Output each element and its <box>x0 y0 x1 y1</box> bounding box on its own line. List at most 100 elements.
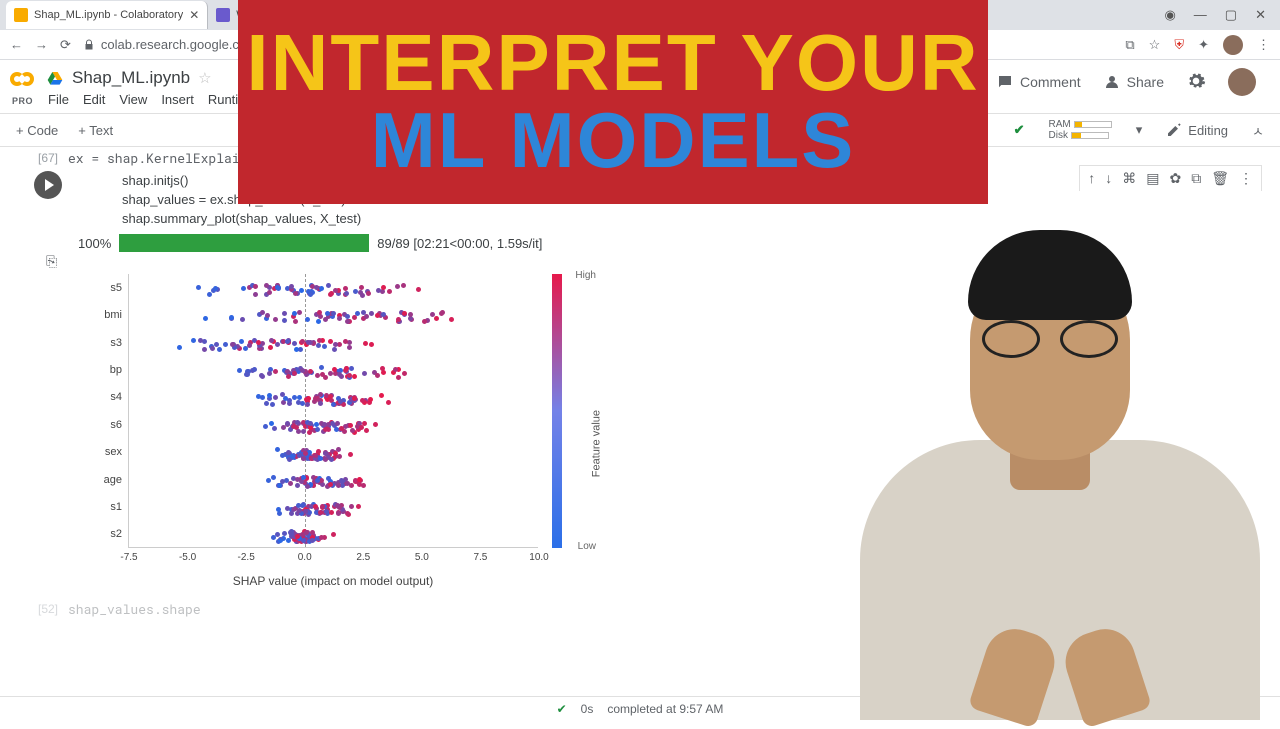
tab-title: Shap_ML.ipynb - Colaboratory <box>34 9 183 21</box>
beeswarm-row <box>128 336 538 350</box>
x-tick: -2.5 <box>238 552 255 563</box>
beeswarm-row <box>128 445 538 459</box>
drive-icon <box>46 70 64 86</box>
run-cell-button[interactable] <box>34 171 62 199</box>
feature-label: age <box>88 474 122 486</box>
title-line-1: INTERPRET YOUR <box>246 25 979 101</box>
share-button[interactable]: Share <box>1103 73 1164 91</box>
x-tick: 7.5 <box>473 552 487 563</box>
status-check-icon: ✔ <box>557 702 567 716</box>
cell-output: 100% 89/89 [02:21<00:00, 1.59s/it] -7.5-… <box>78 234 1280 590</box>
browser-menu-icon[interactable]: ⋮ <box>1257 37 1270 53</box>
beeswarm-row <box>128 363 538 377</box>
lock-icon <box>83 39 95 51</box>
share-icon <box>1103 73 1121 91</box>
cell-settings-icon[interactable]: ✿ <box>1169 170 1181 187</box>
url-text: colab.research.google.com <box>101 37 257 52</box>
cell-toolbar: ↑ ↓ ⌘ ▤ ✿ ⧉ 🗑 ⋮ <box>1079 165 1262 191</box>
profile-avatar[interactable] <box>1223 35 1243 55</box>
title-overlay: INTERPRET YOUR ML MODELS <box>238 0 988 204</box>
feature-label: s3 <box>88 337 122 349</box>
output-toggle-icon[interactable]: ⎘ <box>46 253 57 270</box>
extensions-icon[interactable]: ✦ <box>1198 37 1209 53</box>
reload-icon[interactable]: ⟳ <box>60 37 71 53</box>
browser-tab[interactable]: Shap_ML.ipynb - Colaboratory ✕ <box>6 1 208 29</box>
pro-badge: PRO <box>10 96 38 106</box>
progress-bar <box>119 234 369 252</box>
toolbar-menu-icon[interactable]: ㅅ <box>1252 121 1264 140</box>
pencil-icon <box>1166 122 1182 138</box>
maximize-icon[interactable]: ▢ <box>1225 7 1237 23</box>
cell-number: [67] <box>18 151 58 165</box>
progress-text: 89/89 [02:21<00:00, 1.59s/it] <box>377 236 542 251</box>
shap-summary-plot: -7.5-5.0-2.50.02.55.07.510.0 High Low Fe… <box>78 260 598 590</box>
star-doc-icon[interactable]: ☆ <box>198 69 211 87</box>
beeswarm-row <box>128 308 538 322</box>
resource-meter[interactable]: RAM Disk <box>1049 119 1112 141</box>
move-down-icon[interactable]: ↓ <box>1105 170 1112 187</box>
feature-label: s1 <box>88 501 122 513</box>
favicon-icon <box>14 8 28 22</box>
account-icon[interactable]: ◉ <box>1164 7 1175 23</box>
settings-gear-icon[interactable] <box>1186 71 1206 94</box>
close-window-icon[interactable]: ✕ <box>1255 7 1266 23</box>
star-icon[interactable]: ☆ <box>1149 37 1161 53</box>
nav-forward-icon[interactable]: → <box>35 37 48 52</box>
qr-icon[interactable]: ⧉ <box>1125 37 1134 53</box>
editing-mode-button[interactable]: Editing <box>1166 122 1228 138</box>
colorbar-high: High <box>575 270 596 281</box>
cell-comment-icon[interactable]: ▤ <box>1146 170 1159 187</box>
beeswarm-row <box>128 500 538 514</box>
mirror-icon[interactable]: ⧉ <box>1191 170 1201 187</box>
move-up-icon[interactable]: ↑ <box>1088 170 1095 187</box>
minimize-icon[interactable]: — <box>1194 7 1207 23</box>
disk-label: Disk <box>1049 130 1068 141</box>
status-text: completed at 9:57 AM <box>607 702 723 716</box>
beeswarm-row <box>128 473 538 487</box>
x-tick: 10.0 <box>529 552 548 563</box>
menu-view[interactable]: View <box>119 92 147 107</box>
status-footer: ✔ 0s completed at 9:57 AM <box>0 696 1280 720</box>
progress-percent: 100% <box>78 236 111 251</box>
feature-label: s4 <box>88 391 122 403</box>
menu-edit[interactable]: Edit <box>83 92 105 107</box>
prev-cell-code: ex = shap.KernelExplain <box>68 149 247 167</box>
close-tab-icon[interactable]: ✕ <box>189 8 199 22</box>
beeswarm-row <box>128 390 538 404</box>
nav-back-icon[interactable]: ← <box>10 37 23 52</box>
next-cell-code: shap_values.shape <box>68 600 201 618</box>
x-tick: 5.0 <box>415 552 429 563</box>
menu-insert[interactable]: Insert <box>161 92 194 107</box>
colab-logo-icon[interactable] <box>10 68 38 96</box>
feature-label: sex <box>88 446 122 458</box>
beeswarm-row <box>128 527 538 541</box>
cell-menu-icon[interactable]: ⋮ <box>1239 170 1253 187</box>
title-line-2: ML MODELS <box>371 101 856 179</box>
comment-button[interactable]: Comment <box>996 73 1081 91</box>
feature-label: s5 <box>88 282 122 294</box>
notebook-area: [67] ex = shap.KernelExplain ↑ ↓ ⌘ ▤ ✿ ⧉… <box>0 147 1280 618</box>
x-tick: -5.0 <box>179 552 196 563</box>
colorbar <box>552 274 562 548</box>
beeswarm-row <box>128 281 538 295</box>
code-cell[interactable]: ↑ ↓ ⌘ ▤ ✿ ⧉ 🗑 ⋮ shap.initjs() shap_value… <box>18 171 1280 590</box>
link-icon[interactable]: ⌘ <box>1122 170 1136 187</box>
x-axis-label: SHAP value (impact on model output) <box>128 574 538 588</box>
cell-number: [52] <box>18 602 58 616</box>
feature-label: bmi <box>88 309 122 321</box>
favicon-icon <box>216 8 230 22</box>
document-title[interactable]: Shap_ML.ipynb <box>72 68 190 88</box>
beeswarm-row <box>128 418 538 432</box>
shield-icon[interactable]: ⛨ <box>1174 37 1184 53</box>
add-text-button[interactable]: + Text <box>78 123 113 138</box>
editing-label: Editing <box>1188 123 1228 138</box>
menu-file[interactable]: File <box>48 92 69 107</box>
resource-menu-icon[interactable]: ▾ <box>1136 122 1143 138</box>
ram-label: RAM <box>1049 119 1071 130</box>
delete-cell-icon[interactable]: 🗑 <box>1211 170 1229 187</box>
add-code-button[interactable]: + Code <box>16 123 58 138</box>
x-tick: 0.0 <box>298 552 312 563</box>
url-display[interactable]: colab.research.google.com <box>83 37 257 52</box>
feature-label: s6 <box>88 419 122 431</box>
user-avatar[interactable] <box>1228 68 1256 96</box>
